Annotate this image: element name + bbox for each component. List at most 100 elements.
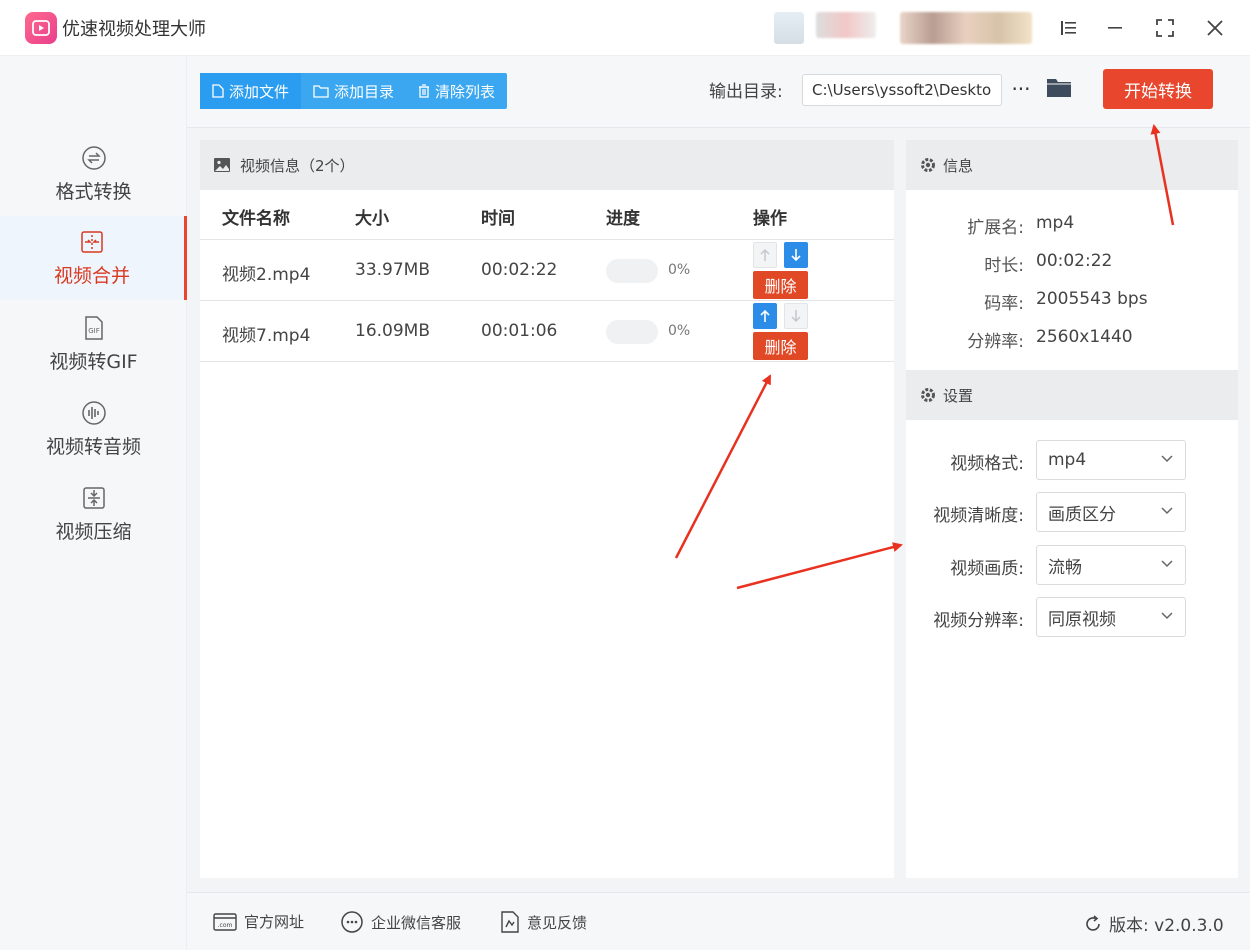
folder-icon [1047,79,1071,97]
gif-icon: GIF [84,315,103,340]
delete-button[interactable]: 删除 [753,332,808,360]
open-folder-button[interactable] [1045,74,1075,104]
version-info[interactable]: 版本: v2.0.3.0 [1083,911,1224,936]
refresh-icon [1086,914,1100,931]
chevron-down-icon [1161,455,1173,463]
info-key-extension: 扩展名: [967,218,1024,238]
right-panel: 信息 扩展名: mp4 时长: 00:02:22 码率: 2005543 bps… [906,140,1238,878]
info-value-resolution: 2560x1440 [1036,327,1133,347]
arrow-up-icon [760,309,770,322]
folder-outline-icon [313,84,329,98]
file-list-panel: 视频信息（2个） 文件名称 大小 时间 进度 操作 视频2.mp4 33.97M… [200,140,894,878]
column-header-progress: 进度 [606,209,640,229]
output-dir-input[interactable] [802,74,1002,106]
table-header: 文件名称 大小 时间 进度 操作 [200,190,894,240]
file-name: 视频2.mp4 [222,265,311,285]
arrow-down-icon [791,249,801,262]
sidebar-item-video-compress[interactable]: 视频压缩 [0,472,187,556]
video-merge-icon [81,230,103,253]
minimize-button[interactable] [1097,10,1133,46]
chat-icon [341,911,363,933]
setting-label-resolution: 视频分辨率: [933,611,1024,631]
sidebar-item-video-to-gif[interactable]: GIF 视频转GIF [0,302,187,386]
info-key-resolution: 分辨率: [967,332,1024,352]
setting-label-format: 视频格式: [950,454,1024,474]
user-info-blurred [816,12,876,38]
maximize-button[interactable] [1147,10,1183,46]
add-directory-label: 添加目录 [334,82,395,101]
official-website-link[interactable]: .com 官方网址 [213,911,304,932]
gear-icon [921,158,935,172]
sidebar-item-label: 视频转音频 [45,435,141,458]
svg-text:GIF: GIF [88,327,100,335]
setting-label-clarity: 视频清晰度: [933,506,1024,526]
file-button-group: 添加文件 添加目录 清除列表 [200,73,508,109]
setting-label-quality: 视频画质: [950,559,1024,579]
sidebar-item-label: 格式转换 [55,180,132,203]
table-row[interactable]: 视频7.mp4 16.09MB 00:01:06 0% 删除 [200,301,894,362]
progress-text: 0% [668,262,691,278]
close-button[interactable] [1197,10,1233,46]
file-list-header: 视频信息（2个） [200,140,894,190]
add-file-label: 添加文件 [229,82,290,101]
video-quality-select[interactable]: 流畅 [1036,545,1186,585]
compress-icon [82,486,105,509]
info-value-duration: 00:02:22 [1036,251,1113,271]
start-convert-button[interactable]: 开始转换 [1103,69,1213,109]
delete-button[interactable]: 删除 [753,271,808,299]
trash-icon [419,84,430,98]
wechat-support-label: 企业微信客服 [371,913,462,932]
settings-header: 设置 [906,370,1238,420]
move-down-button[interactable] [784,303,808,329]
column-header-time: 时间 [481,209,515,229]
wechat-support-link[interactable]: 企业微信客服 [340,911,461,933]
file-size: 33.97MB [355,260,430,280]
sidebar-item-video-to-audio[interactable]: 视频转音频 [0,387,187,471]
progress-text: 0% [668,323,691,339]
sidebar-item-label: 视频合并 [53,264,130,287]
title-bar: 优速视频处理大师 [0,0,1250,56]
official-website-label: 官方网址 [244,913,305,931]
top-toolbar: 添加文件 添加目录 清除列表 输出目录: ··· 开始转换 [187,56,1250,128]
column-header-action: 操作 [753,209,787,229]
move-up-button[interactable] [753,242,777,268]
progress-bar [606,259,658,283]
app-logo-icon [25,12,57,44]
add-directory-button[interactable]: 添加目录 [301,73,406,109]
info-key-duration: 时长: [984,256,1024,276]
progress-bar [606,320,658,344]
more-options-button[interactable]: ··· [1009,74,1033,104]
arrow-up-icon [760,248,770,261]
clear-list-label: 清除列表 [435,82,496,101]
footer: .com 官方网址 企业微信客服 意见反馈 版本: v2.0.3.0 [187,892,1250,950]
feedback-link[interactable]: 意见反馈 [500,911,587,933]
video-clarity-select[interactable]: 画质区分 [1036,492,1186,532]
video-resolution-select[interactable]: 同原视频 [1036,597,1186,637]
column-header-name: 文件名称 [222,209,290,229]
sidebar-item-format-convert[interactable]: 格式转换 [0,132,187,216]
info-title: 信息 [943,156,974,175]
file-icon [212,84,224,98]
user-avatar[interactable] [774,12,804,44]
move-up-button[interactable] [753,303,777,329]
feedback-label: 意见反馈 [527,913,588,932]
move-down-button[interactable] [784,242,808,268]
settings-title: 设置 [943,386,974,405]
app-title: 优速视频处理大师 [62,19,206,40]
add-file-button[interactable]: 添加文件 [200,73,302,109]
video-resolution-value: 同原视频 [1048,609,1116,630]
close-icon [1207,20,1223,36]
clear-list-button[interactable]: 清除列表 [406,73,507,109]
sidebar-item-video-merge[interactable]: 视频合并 [0,216,187,300]
video-format-select[interactable]: mp4 [1036,440,1186,480]
sidebar: 格式转换 视频合并 GIF 视频转GIF 视频转音频 视频压缩 [0,56,187,950]
table-row[interactable]: 视频2.mp4 33.97MB 00:02:22 0% 删除 [200,240,894,301]
info-key-bitrate: 码率: [984,294,1024,314]
menu-button[interactable] [1050,10,1086,46]
info-value-bitrate: 2005543 bps [1036,289,1148,309]
info-value-extension: mp4 [1036,213,1075,233]
sidebar-item-label: 视频压缩 [55,520,132,543]
chevron-down-icon [1161,560,1173,568]
menu-icon [1061,21,1076,35]
column-header-size: 大小 [355,209,389,229]
